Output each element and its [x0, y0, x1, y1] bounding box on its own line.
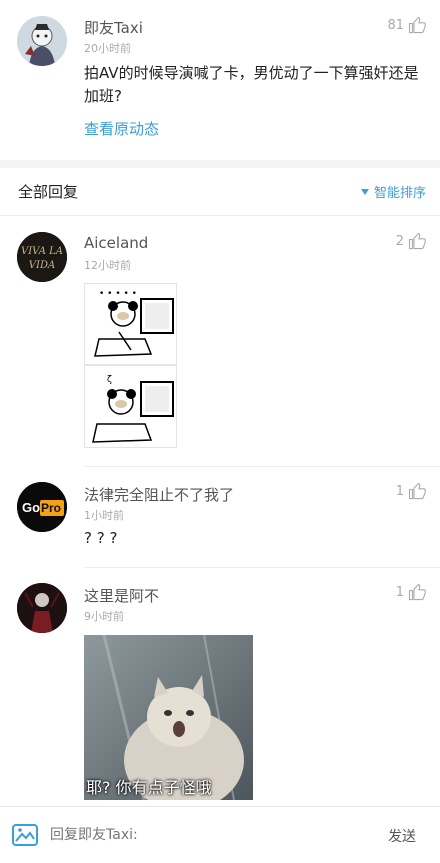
avatar-gopro-logo: Go Pro [17, 482, 67, 532]
reply-avatar[interactable]: VIVA LA VIDA [17, 232, 67, 282]
reply-time: 9小时前 [84, 610, 124, 623]
view-original-link[interactable]: 查看原动态 [84, 118, 159, 139]
send-button[interactable]: 发送 [388, 826, 416, 846]
sort-button[interactable]: 智能排序 [360, 182, 426, 201]
section-separator [0, 160, 440, 168]
like-count: 81 [387, 17, 404, 33]
svg-text:Pro: Pro [41, 501, 61, 515]
reply-author[interactable]: 法律完全阻止不了我了 [84, 484, 234, 505]
reply-time: 12小时前 [84, 259, 131, 272]
meme-comic-illustration: • • • • • ζ [85, 289, 176, 443]
like-button[interactable]: 1 [396, 482, 426, 500]
image-picker-button[interactable] [12, 824, 38, 846]
post-text: 拍AV的时候导演喊了卡，男优动了一下算强奸还是加班? [84, 64, 419, 105]
thumbs-up-icon [408, 583, 426, 601]
triangle-down-icon [360, 188, 369, 195]
cat-image-caption: 耶? 你有点子怪哦 [86, 778, 212, 797]
like-count: 1 [395, 483, 404, 499]
reply-text: ? ? ? [84, 529, 118, 547]
replies-header: 全部回复 智能排序 [0, 168, 440, 216]
author-name[interactable]: 即友Taxi [84, 17, 143, 38]
reply-avatar[interactable] [17, 583, 67, 633]
reply-author[interactable]: 这里是阿不 [84, 585, 159, 606]
like-button[interactable]: 2 [396, 232, 426, 250]
reply-input-bar: 发送 [0, 806, 440, 863]
reply-divider [84, 466, 440, 467]
replies-title: 全部回复 [18, 183, 79, 201]
reply-input[interactable] [50, 821, 350, 849]
author-avatar[interactable] [17, 16, 67, 66]
svg-text:VIVA LA: VIVA LA [21, 246, 63, 257]
like-button[interactable]: 81 [387, 16, 426, 34]
reply-author[interactable]: Aiceland [84, 234, 148, 252]
image-icon [12, 824, 38, 846]
thumbs-up-icon [408, 482, 426, 500]
svg-text:ζ: ζ [107, 375, 112, 385]
reply-avatar[interactable]: Go Pro [17, 482, 67, 532]
original-post: 即友Taxi 20小时前 81 拍AV的时候导演喊了卡，男优动了一下算强奸还是加… [0, 0, 440, 160]
avatar-viva-la-vida: VIVA LA VIDA [17, 232, 67, 282]
thumbs-up-icon [408, 16, 426, 34]
thumbs-up-icon [408, 232, 426, 250]
avatar-illustration [17, 16, 67, 66]
like-count: 2 [395, 233, 404, 249]
avatar-dark-figure [17, 583, 67, 633]
post-time: 20小时前 [84, 42, 131, 55]
reply-time: 1小时前 [84, 509, 124, 522]
svg-text:VIDA: VIDA [29, 260, 55, 271]
reply-image-meme[interactable]: • • • • • ζ [84, 283, 177, 448]
svg-text:Go: Go [22, 500, 40, 515]
reply-image-cat[interactable]: 耶? 你有点子怪哦 [84, 635, 253, 800]
svg-text:• • • • •: • • • • • [99, 289, 137, 299]
like-count: 1 [395, 584, 404, 600]
sort-label: 智能排序 [373, 186, 426, 201]
reply-divider [84, 567, 440, 568]
like-button[interactable]: 1 [396, 583, 426, 601]
